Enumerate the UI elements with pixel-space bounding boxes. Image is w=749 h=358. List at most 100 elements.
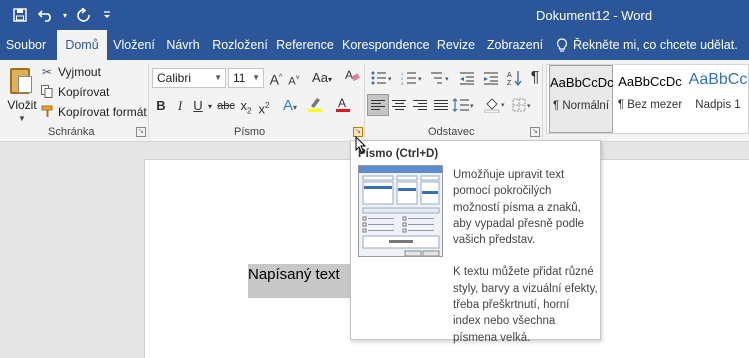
text-effects-button[interactable]: A▾ (278, 95, 302, 117)
numbering-button[interactable]: 1 2 3 ▾ (398, 67, 428, 89)
align-left-button[interactable] (367, 94, 389, 116)
increase-indent-button[interactable] (480, 67, 502, 89)
borders-button[interactable]: ▾ (510, 94, 536, 116)
change-case-button[interactable]: Aa▾ (308, 67, 336, 89)
lightbulb-icon (556, 37, 568, 52)
multilevel-list-icon: ▾ (431, 72, 449, 84)
clear-formatting-button[interactable]: A (342, 67, 362, 89)
cut-button[interactable]: ✂ Vyjmout (40, 63, 101, 81)
svg-text:▾: ▾ (470, 103, 474, 110)
bullets-button[interactable]: ▾ (368, 67, 398, 89)
group-divider (364, 64, 365, 138)
style-name: Nadpis 1 (695, 99, 741, 111)
align-right-button[interactable] (409, 94, 431, 116)
svg-text:▾: ▾ (527, 103, 531, 110)
underline-dropdown-icon[interactable]: ▾ (205, 96, 215, 118)
svg-text:A: A (345, 68, 353, 82)
scissors-icon: ✂ (41, 65, 53, 79)
align-right-icon (413, 99, 427, 111)
tell-me-text: Řekněte mi, co chcete udělat. (573, 38, 738, 52)
paste-label: Vložit (7, 98, 37, 112)
tab-file[interactable]: Soubor (0, 30, 52, 60)
tab-home[interactable]: Domů (57, 30, 107, 60)
chevron-down-icon[interactable]: ▼ (18, 114, 26, 123)
subscript-button[interactable]: x2 (238, 95, 254, 117)
save-icon[interactable] (8, 4, 32, 26)
tab-layout[interactable]: Rozložení (212, 30, 268, 60)
grow-font-button[interactable]: A^ (268, 67, 284, 89)
font-tooltip: Písmo (Ctrl+D) Umožňuje upravit text pom… (350, 140, 601, 344)
font-color-icon: A (336, 96, 350, 112)
copy-button[interactable]: Kopírovat (40, 83, 109, 101)
svg-text:A: A (338, 96, 346, 110)
paint-bucket-icon: ▾ (484, 98, 505, 113)
clipboard-launcher-icon[interactable]: ↘ (136, 127, 146, 137)
ribbon-tabs: Soubor Domů Vložení Návrh Rozložení Refe… (0, 30, 749, 60)
svg-text:Z: Z (507, 80, 512, 86)
clipboard-group-label: Schránka (48, 126, 95, 138)
clear-formatting-icon: A (345, 68, 360, 82)
undo-dropdown-icon[interactable]: ▾ (60, 4, 70, 26)
line-spacing-icon: ▾ (452, 98, 474, 112)
style-normal[interactable]: AaBbCcDc ¶ Normální (549, 65, 614, 133)
superscript-button[interactable]: x2 (256, 95, 272, 117)
highlighter-icon (308, 98, 322, 112)
style-heading-1[interactable]: AaBbCc Nadpis 1 (687, 65, 749, 133)
bullets-icon: ▾ (371, 71, 392, 85)
tab-insert[interactable]: Vložení (111, 30, 157, 60)
style-no-spacing[interactable]: AaBbCcDc ¶ Bez mezer (617, 65, 683, 133)
align-center-button[interactable] (388, 94, 410, 116)
tab-view[interactable]: Zobrazení (484, 30, 546, 60)
underline-button[interactable]: U (190, 95, 206, 117)
svg-text:▾: ▾ (388, 76, 392, 83)
paste-button[interactable]: Vložit ▼ (4, 64, 37, 124)
tooltip-title: Písmo (Ctrl+D) (358, 148, 439, 160)
tab-references[interactable]: Reference (276, 30, 334, 60)
sort-button[interactable]: AZ (504, 67, 526, 89)
decrease-indent-button[interactable] (456, 67, 478, 89)
redo-icon[interactable] (72, 4, 96, 26)
font-name-combo[interactable]: Calibri ▼ (152, 68, 226, 88)
styles-gallery: AaBbCcDc ¶ Normální AaBbCcDc ¶ Bez mezer… (546, 64, 749, 134)
change-case-label: Aa (312, 70, 328, 85)
group-divider (542, 64, 543, 138)
chevron-down-icon: ▼ (214, 73, 222, 82)
undo-icon[interactable] (34, 4, 58, 26)
shrink-font-button[interactable]: A˅ (286, 68, 302, 90)
format-painter-button[interactable]: Kopírovat formát (40, 103, 147, 121)
bold-button[interactable]: B (153, 95, 169, 117)
strikethrough-button[interactable]: abc (216, 95, 236, 117)
multilevel-list-button[interactable]: ▾ (428, 67, 454, 89)
align-center-icon (392, 99, 406, 111)
sort-icon: AZ (507, 71, 522, 86)
paper-icon (18, 76, 32, 93)
selected-document-text[interactable]: Napísaný text (248, 264, 352, 298)
style-name: ¶ Normální (552, 100, 610, 112)
quick-access-toolbar: ▾ (8, 4, 116, 26)
font-size-combo[interactable]: 11 ▼ (228, 68, 264, 88)
svg-text:▾: ▾ (445, 76, 449, 83)
decrease-indent-icon (460, 72, 474, 84)
customize-qat-icon[interactable] (98, 4, 116, 26)
justify-icon (434, 99, 448, 111)
shading-button[interactable]: ▾ (482, 94, 510, 116)
cut-label: Vyjmout (58, 65, 101, 79)
format-painter-icon (40, 105, 54, 119)
font-group-label: Písmo (234, 126, 266, 138)
paragraph-launcher-icon[interactable]: ↘ (530, 127, 540, 137)
tell-me-box[interactable]: Řekněte mi, co chcete udělat. (556, 30, 738, 60)
svg-text:▾: ▾ (418, 76, 422, 83)
italic-button[interactable]: I (172, 95, 188, 117)
tab-review[interactable]: Revize (436, 30, 476, 60)
highlight-button[interactable] (304, 95, 328, 117)
tab-design[interactable]: Návrh (164, 30, 202, 60)
ribbon-home: Vložit ▼ ✂ Vyjmout Kopírovat Kopírovat f… (0, 60, 749, 142)
tab-mailings[interactable]: Korespondence (342, 30, 430, 60)
font-size-value: 11 (233, 71, 246, 85)
line-spacing-button[interactable]: ▾ (450, 94, 478, 116)
font-dialog-preview-image (358, 165, 443, 257)
justify-button[interactable] (430, 94, 452, 116)
increase-indent-icon (484, 72, 498, 84)
font-color-button[interactable]: A (332, 95, 356, 117)
tooltip-paragraph: Umožňuje upravit text pomocí pokročilých… (453, 169, 585, 247)
